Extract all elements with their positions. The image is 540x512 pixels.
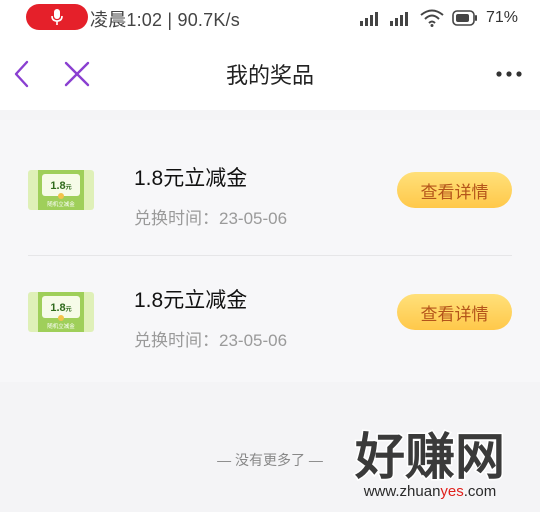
status-time-speed: 凌晨1:02 | 90.7K/s [90,10,240,30]
redeem-date: 兑换时间：23-05-06 [134,209,288,228]
cellular-signal-icon [389,12,408,26]
thumb-unit: 元 [66,184,72,191]
coupon-thumbnail: 1.8元 随机立减金 [28,292,94,332]
page-title: 我的奖品 [225,63,314,88]
cellular-signal-icon [359,12,378,26]
view-details-button[interactable]: 查看详情 [397,172,512,208]
thumb-unit: 元 [66,306,72,313]
more-button[interactable] [494,64,524,84]
prize-name: 1.8元立减金 [134,289,248,312]
more-dots-icon [496,71,522,77]
prize-item: 1.8元 随机立减金 1.8元立减金 兑换时间：23-05-06 查看详情 [0,134,540,254]
redeem-date: 兑换时间：23-05-06 [134,331,288,350]
wifi-icon [420,9,444,27]
status-icons: 71% [359,7,518,29]
thumb-caption: 随机立减金 [47,322,75,330]
watermark-url-prefix: www.zhuan [363,483,441,500]
watermark-title: 好赚网 [354,428,505,486]
thumb-amount: 1.8 [50,180,65,192]
view-details-button[interactable]: 查看详情 [397,294,512,330]
watermark-url-suffix: .com [464,483,497,500]
battery-icon [452,10,477,26]
microphone-icon [51,9,63,25]
prize-list: 1.8元 随机立减金 1.8元立减金 兑换时间：23-05-06 查看详情 1.… [0,120,540,382]
nav-header: 我的奖品 [0,36,540,110]
microphone-indicator[interactable] [26,4,88,30]
watermark-logo: 好赚网 www.zhuanyes.com [330,422,530,506]
prize-name: 1.8元立减金 [134,167,248,190]
status-bar: 凌晨1:02 | 90.7K/s 71% [0,0,540,36]
thumb-amount: 1.8 [50,302,65,314]
svg-text:www.zhuanyes.com: www.zhuanyes.com [363,483,497,500]
battery-percent: 71% [485,9,518,26]
thumb-caption: 随机立减金 [47,200,75,208]
prize-item: 1.8元 随机立减金 1.8元立减金 兑换时间：23-05-06 查看详情 [0,256,540,376]
page: 凌晨1:02 | 90.7K/s 71% 我的奖品 1.8元 随机立减金 1.8… [0,0,540,512]
watermark-url-highlight: yes [440,483,463,500]
coupon-thumbnail: 1.8元 随机立减金 [28,170,94,210]
